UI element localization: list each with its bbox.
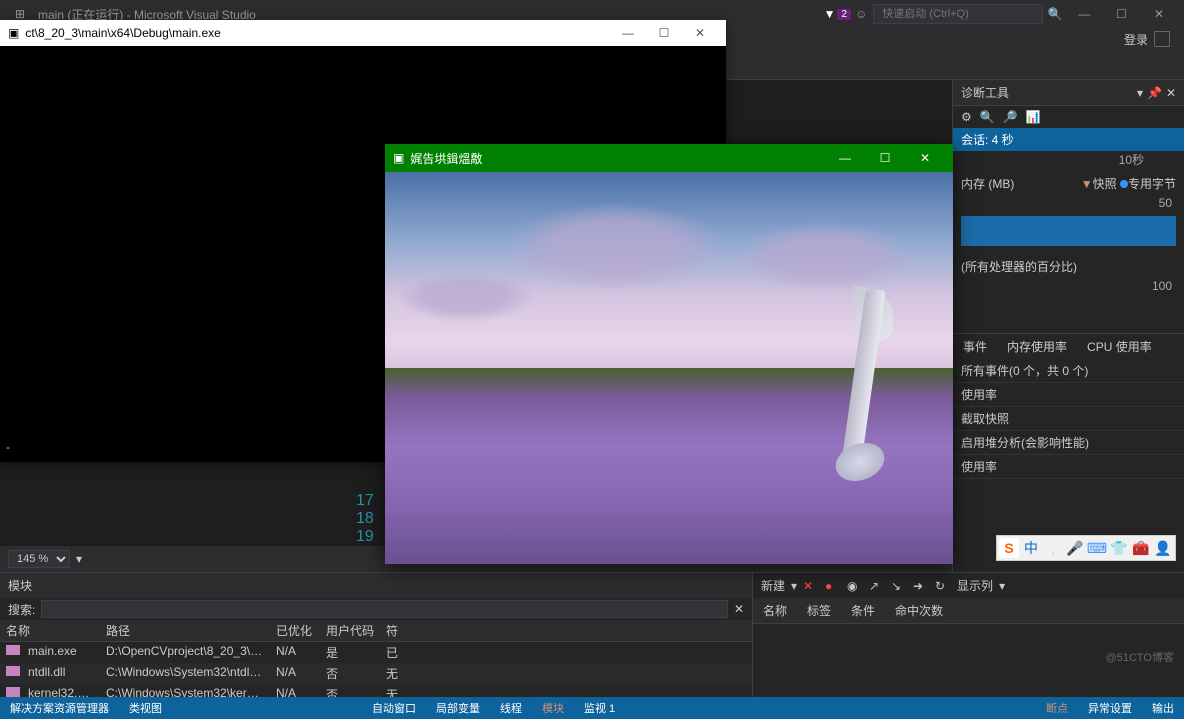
diag-timeline: 10秒 — [953, 151, 1184, 171]
keyboard-icon[interactable]: ⌨ — [1087, 538, 1107, 558]
tab-output[interactable]: 输出 — [1142, 697, 1184, 719]
zoom-in-icon[interactable]: 🔍 — [980, 110, 995, 124]
ime-punct[interactable]: , — [1043, 538, 1063, 558]
toggle-bp-icon[interactable]: ● — [825, 579, 841, 593]
watermark: @51CTO博客 — [1106, 649, 1174, 665]
feedback-icon[interactable]: ☺ — [853, 6, 869, 22]
console-icon: ▣ — [8, 26, 19, 40]
diag-toolbar: ⚙ 🔍 🔎 📊 — [953, 106, 1184, 128]
col-path[interactable]: 路径 — [100, 620, 270, 641]
table-row[interactable]: kernel32.dllC:\Windows\System32\kernel3.… — [0, 684, 752, 697]
bp-toolbar: 新建▾ ✕ ● ◉ ↗ ↘ ➜ ↻ 显示列▾ — [753, 573, 1184, 598]
tab-exceptions[interactable]: 异常设置 — [1078, 697, 1142, 719]
person-icon[interactable] — [1154, 31, 1170, 47]
console-close[interactable]: ✕ — [682, 26, 718, 40]
delete-icon[interactable]: ✕ — [803, 579, 819, 593]
image-icon: ▣ — [393, 151, 404, 165]
modules-title: 模块 — [0, 573, 752, 598]
flag-icon[interactable]: ▼2 — [829, 6, 845, 22]
tab-modules[interactable]: 模块 — [532, 697, 574, 719]
image-window: ▣ 娓告垬鍓熅敿 — ☐ ✕ — [385, 144, 953, 564]
img-close[interactable]: ✕ — [905, 151, 945, 165]
col-sym[interactable]: 符 — [380, 620, 420, 641]
bp-headers: 名称 标签 条件 命中次数 — [753, 598, 1184, 624]
memory-chart: 内存 (MB) ▼快照 专用字节 50 — [953, 171, 1184, 254]
console-title: ct\8_20_3\main\x64\Debug\main.exe — [25, 26, 220, 40]
zoom-select[interactable]: 145 % — [8, 550, 70, 568]
console-minimize[interactable]: — — [610, 26, 646, 40]
tab-threads[interactable]: 线程 — [490, 697, 532, 719]
search-label: 搜索: — [8, 601, 35, 618]
new-button[interactable]: 新建 — [761, 577, 785, 594]
quick-launch-input[interactable] — [873, 4, 1043, 24]
pin-icon[interactable]: 📌 — [1147, 86, 1162, 100]
table-row[interactable]: main.exeD:\OpenCVproject\8_20_3\mai...N/… — [0, 642, 752, 663]
enable-icon[interactable]: ◉ — [847, 579, 863, 593]
ime-lang[interactable]: 中 — [1021, 538, 1041, 558]
status-bar: 解决方案资源管理器 类视图 自动窗口 局部变量 线程 模块 监视 1 断点 异常… — [0, 697, 1184, 719]
tab-locals[interactable]: 局部变量 — [426, 697, 490, 719]
table-row[interactable]: ntdll.dllC:\Windows\System32\ntdll.dllN/… — [0, 663, 752, 684]
search-icon[interactable]: 🔍 — [1047, 6, 1063, 22]
music-note-sculpture — [823, 290, 893, 490]
img-maximize[interactable]: ☐ — [865, 151, 905, 165]
login-link[interactable]: 登录 — [1124, 31, 1148, 48]
maximize-button[interactable]: ☐ — [1105, 7, 1139, 21]
show-cols-button[interactable]: 显示列 — [957, 577, 993, 594]
chart-icon[interactable]: 📊 — [1026, 110, 1041, 124]
tab-solution-explorer[interactable]: 解决方案资源管理器 — [0, 697, 119, 719]
diag-session-label: 会话: 4 秒 — [953, 128, 1184, 151]
export-icon[interactable]: ↗ — [869, 579, 885, 593]
sogou-icon[interactable]: S — [999, 538, 1019, 558]
gear-icon[interactable]: ⚙ — [961, 110, 972, 124]
ime-toolbar[interactable]: S 中 , 🎤 ⌨ 👕 🧰 👤 — [996, 535, 1176, 561]
refresh-icon[interactable]: ↻ — [935, 579, 951, 593]
img-minimize[interactable]: — — [825, 151, 865, 165]
diag-events-row[interactable]: 所有事件(0 个，共 0 个) — [953, 359, 1184, 383]
tab-cpu[interactable]: CPU 使用率 — [1077, 334, 1162, 359]
tab-events[interactable]: 事件 — [953, 334, 997, 359]
modules-table: 名称 路径 已优化 用户代码 符 main.exeD:\OpenCVprojec… — [0, 620, 752, 697]
close-button[interactable]: ✕ — [1142, 7, 1176, 21]
close-icon[interactable]: ✕ — [1166, 86, 1176, 100]
toolbox-icon[interactable]: 🧰 — [1131, 538, 1151, 558]
modules-search-input[interactable] — [41, 600, 728, 618]
dropdown-icon[interactable]: ▾ — [1137, 86, 1143, 100]
tab-memory[interactable]: 内存使用率 — [997, 334, 1077, 359]
clear-icon[interactable]: ✕ — [734, 602, 744, 616]
minimize-button[interactable]: — — [1067, 7, 1101, 21]
image-title: 娓告垬鍓熅敿 — [410, 150, 482, 167]
diag-tabs: 事件 内存使用率 CPU 使用率 — [953, 333, 1184, 359]
goto-icon[interactable]: ➜ — [913, 579, 929, 593]
diagnostic-panel: 诊断工具 ▾ 📌 ✕ ⚙ 🔍 🔎 📊 会话: 4 秒 10秒 内存 (MB) ▼… — [952, 80, 1184, 572]
tab-breakpoints[interactable]: 断点 — [1036, 697, 1078, 719]
tab-watch[interactable]: 监视 1 — [574, 697, 625, 719]
window-controls: — ☐ ✕ — [1067, 7, 1176, 21]
import-icon[interactable]: ↘ — [891, 579, 907, 593]
col-opt[interactable]: 已优化 — [270, 620, 320, 641]
modules-panel: 模块 搜索: ✕ 名称 路径 已优化 用户代码 符 main.exeD:\Ope… — [0, 573, 752, 697]
image-content — [385, 172, 953, 564]
cpu-chart: (所有处理器的百分比) 100 — [953, 254, 1184, 333]
mic-icon[interactable]: 🎤 — [1065, 538, 1085, 558]
skin-icon[interactable]: 👕 — [1109, 538, 1129, 558]
col-name[interactable]: 名称 — [0, 620, 100, 641]
tab-autos[interactable]: 自动窗口 — [362, 697, 426, 719]
person-ime-icon[interactable]: 👤 — [1153, 538, 1173, 558]
zoom-out-icon[interactable]: 🔎 — [1003, 110, 1018, 124]
diag-panel-title: 诊断工具 — [961, 84, 1009, 101]
col-user[interactable]: 用户代码 — [320, 620, 380, 641]
console-maximize[interactable]: ☐ — [646, 26, 682, 40]
breakpoints-panel: 新建▾ ✕ ● ◉ ↗ ↘ ➜ ↻ 显示列▾ 名称 标签 条件 命中次数 — [752, 573, 1184, 697]
tab-class-view[interactable]: 类视图 — [119, 697, 172, 719]
